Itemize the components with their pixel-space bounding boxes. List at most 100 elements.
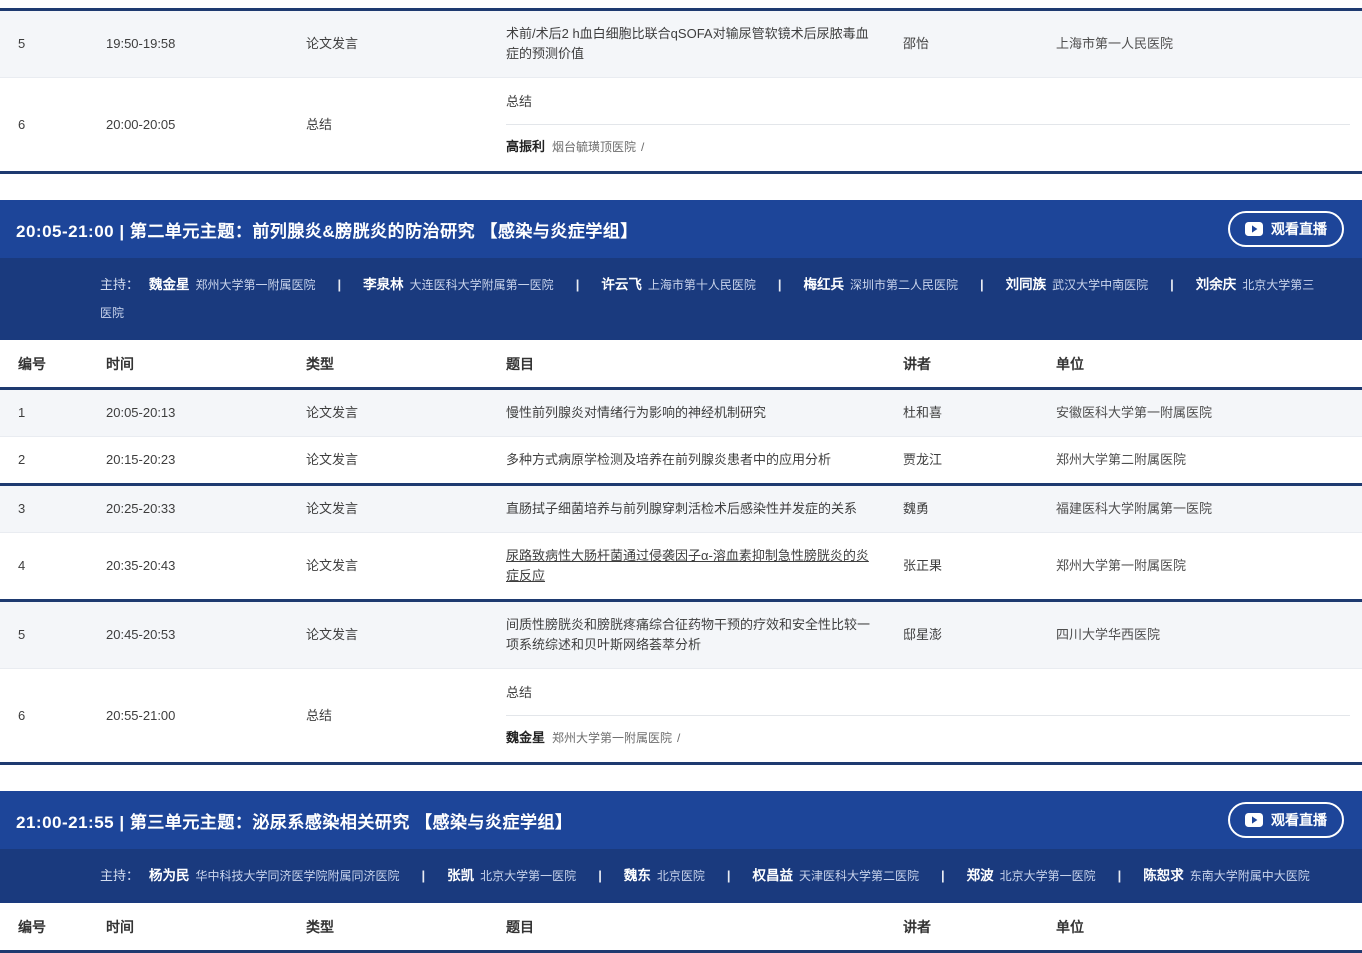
moderator-name: 刘同族 <box>1006 277 1047 292</box>
type-cell: 论文发言 <box>288 437 488 485</box>
moderator-entry: 郑波北京大学第一医院 <box>967 868 1096 883</box>
moderator-separator: | <box>1118 868 1122 883</box>
table-row: 520:45-20:53论文发言间质性膀胱炎和膀胱疼痛综合征药物干预的疗效和安全… <box>0 601 1362 669</box>
previous-session-table: 519:50-19:58论文发言术前/术后2 h血白细胞比联合qSOFA对输尿管… <box>0 8 1362 174</box>
summary-presenter-unit: 烟台毓璜顶医院 <box>552 140 636 154</box>
type-cell: 论文发言 <box>288 601 488 669</box>
column-header: 编号 <box>0 340 88 389</box>
row-number: 5 <box>0 601 88 669</box>
table-row: 320:25-20:33论文发言直肠拭子细菌培养与前列腺穿刺活检术后感染性并发症… <box>0 485 1362 533</box>
column-header: 讲者 <box>885 340 1038 389</box>
moderator-name: 权昌益 <box>752 868 793 883</box>
agenda-table: 编号时间类型题目讲者单位 <box>0 903 1362 953</box>
moderator-separator: | <box>727 868 731 883</box>
moderator-name: 魏东 <box>624 868 651 883</box>
moderator-separator: | <box>576 277 580 292</box>
moderator-entry: 杨为民华中科技大学同济医学院附属同济医院 <box>149 868 400 883</box>
watch-live-button[interactable]: 观看直播 <box>1228 211 1344 247</box>
table-header-row: 编号时间类型题目讲者单位 <box>0 903 1362 952</box>
table-header-row: 编号时间类型题目讲者单位 <box>0 340 1362 389</box>
moderator-entry: 李泉林大连医科大学附属第一医院 <box>363 277 554 292</box>
moderator-name: 梅红兵 <box>803 277 844 292</box>
unit-cell: 上海市第一人民医院 <box>1038 10 1362 78</box>
moderator-unit: 大连医科大学附属第一医院 <box>410 278 554 292</box>
unit-cell: 安徽医科大学第一附属医院 <box>1038 389 1362 437</box>
speaker-cell: 邵怡 <box>885 10 1038 78</box>
type-cell: 总结 <box>288 669 488 764</box>
speaker-cell: 邸星澎 <box>885 601 1038 669</box>
moderator-unit: 华中科技大学同济医学院附属同济医院 <box>196 869 400 883</box>
unit-cell: 郑州大学第二附属医院 <box>1038 437 1362 485</box>
column-header: 类型 <box>288 340 488 389</box>
title-cell: 术前/术后2 h血白细胞比联合qSOFA对输尿管软镜术后尿脓毒血症的预测价值 <box>488 10 885 78</box>
speaker-cell: 杜和喜 <box>885 389 1038 437</box>
moderator-entry: 梅红兵深圳市第二人民医院 <box>803 277 958 292</box>
moderator-entry: 刘同族武汉大学中南医院 <box>1006 277 1149 292</box>
moderators-label: 主持： <box>100 868 139 883</box>
summary-label: 总结 <box>506 86 1350 124</box>
moderator-entry: 魏东北京医院 <box>624 868 705 883</box>
row-number: 3 <box>0 485 88 533</box>
session-title: 21:00-21:55 | 第三单元主题：泌尿系感染相关研究 【感染与炎症学组】 <box>16 808 573 833</box>
title-cell: 直肠拭子细菌培养与前列腺穿刺活检术后感染性并发症的关系 <box>488 485 885 533</box>
play-icon <box>1245 813 1263 827</box>
speaker-cell: 魏勇 <box>885 485 1038 533</box>
title-cell: 多种方式病原学检测及培养在前列腺炎患者中的应用分析 <box>488 437 885 485</box>
type-cell: 论文发言 <box>288 485 488 533</box>
moderator-unit: 深圳市第二人民医院 <box>850 278 958 292</box>
conference-agenda-page: 519:50-19:58论文发言术前/术后2 h血白细胞比联合qSOFA对输尿管… <box>0 8 1362 953</box>
summary-slash: / <box>677 731 680 745</box>
time-cell: 20:00-20:05 <box>88 78 288 173</box>
title-cell[interactable]: 尿路致病性大肠杆菌通过侵袭因子α-溶血素抑制急性膀胱炎的炎症反应 <box>488 533 885 601</box>
session-title: 20:05-21:00 | 第二单元主题：前列腺炎&膀胱炎的防治研究 【感染与炎… <box>16 217 638 242</box>
unit-cell: 四川大学华西医院 <box>1038 601 1362 669</box>
unit-cell: 郑州大学第一附属医院 <box>1038 533 1362 601</box>
watch-live-label: 观看直播 <box>1271 219 1327 239</box>
summary-cell: 总结高振利烟台毓璜顶医院/ <box>488 78 1362 173</box>
moderator-name: 李泉林 <box>363 277 404 292</box>
summary-presenter: 魏金星郑州大学第一附属医院/ <box>506 716 1350 754</box>
moderator-separator: | <box>422 868 426 883</box>
row-number: 4 <box>0 533 88 601</box>
moderator-separator: | <box>980 277 984 292</box>
time-cell: 19:50-19:58 <box>88 10 288 78</box>
time-cell: 20:35-20:43 <box>88 533 288 601</box>
type-cell: 论文发言 <box>288 10 488 78</box>
moderator-unit: 北京大学第一医院 <box>480 869 576 883</box>
column-header: 题目 <box>488 340 885 389</box>
type-cell: 论文发言 <box>288 533 488 601</box>
title-cell: 慢性前列腺炎对情绪行为影响的神经机制研究 <box>488 389 885 437</box>
moderator-name: 刘余庆 <box>1196 277 1237 292</box>
moderator-name: 张凯 <box>447 868 474 883</box>
time-cell: 20:45-20:53 <box>88 601 288 669</box>
moderator-name: 陈恕求 <box>1143 868 1184 883</box>
unit-cell: 福建医科大学附属第一医院 <box>1038 485 1362 533</box>
summary-presenter: 高振利烟台毓璜顶医院/ <box>506 125 1350 163</box>
speaker-cell: 张正果 <box>885 533 1038 601</box>
session-header-bar: 20:05-21:00 | 第二单元主题：前列腺炎&膀胱炎的防治研究 【感染与炎… <box>0 200 1362 258</box>
row-number: 6 <box>0 78 88 173</box>
table-row: 220:15-20:23论文发言多种方式病原学检测及培养在前列腺炎患者中的应用分… <box>0 437 1362 485</box>
moderator-separator: | <box>941 868 945 883</box>
moderators-bar: 主持：魏金星郑州大学第一附属医院|李泉林大连医科大学附属第一医院|许云飞上海市第… <box>0 258 1362 340</box>
row-number: 2 <box>0 437 88 485</box>
play-icon <box>1245 222 1263 236</box>
session-header-bar: 21:00-21:55 | 第三单元主题：泌尿系感染相关研究 【感染与炎症学组】… <box>0 791 1362 849</box>
moderators-bar: 主持：杨为民华中科技大学同济医学院附属同济医院|张凯北京大学第一医院|魏东北京医… <box>0 849 1362 903</box>
watch-live-button[interactable]: 观看直播 <box>1228 802 1344 838</box>
summary-slash: / <box>641 140 644 154</box>
moderator-separator: | <box>598 868 602 883</box>
moderator-name: 郑波 <box>967 868 994 883</box>
column-header: 讲者 <box>885 903 1038 952</box>
column-header: 题目 <box>488 903 885 952</box>
moderator-unit: 北京大学第一医院 <box>1000 869 1096 883</box>
type-cell: 总结 <box>288 78 488 173</box>
time-cell: 20:05-20:13 <box>88 389 288 437</box>
summary-label: 总结 <box>506 677 1350 715</box>
column-header: 类型 <box>288 903 488 952</box>
session-section-3: 21:00-21:55 | 第三单元主题：泌尿系感染相关研究 【感染与炎症学组】… <box>0 791 1362 953</box>
table-row: 120:05-20:13论文发言慢性前列腺炎对情绪行为影响的神经机制研究杜和喜安… <box>0 389 1362 437</box>
moderator-unit: 武汉大学中南医院 <box>1052 278 1148 292</box>
row-number: 5 <box>0 10 88 78</box>
moderator-name: 杨为民 <box>149 868 190 883</box>
